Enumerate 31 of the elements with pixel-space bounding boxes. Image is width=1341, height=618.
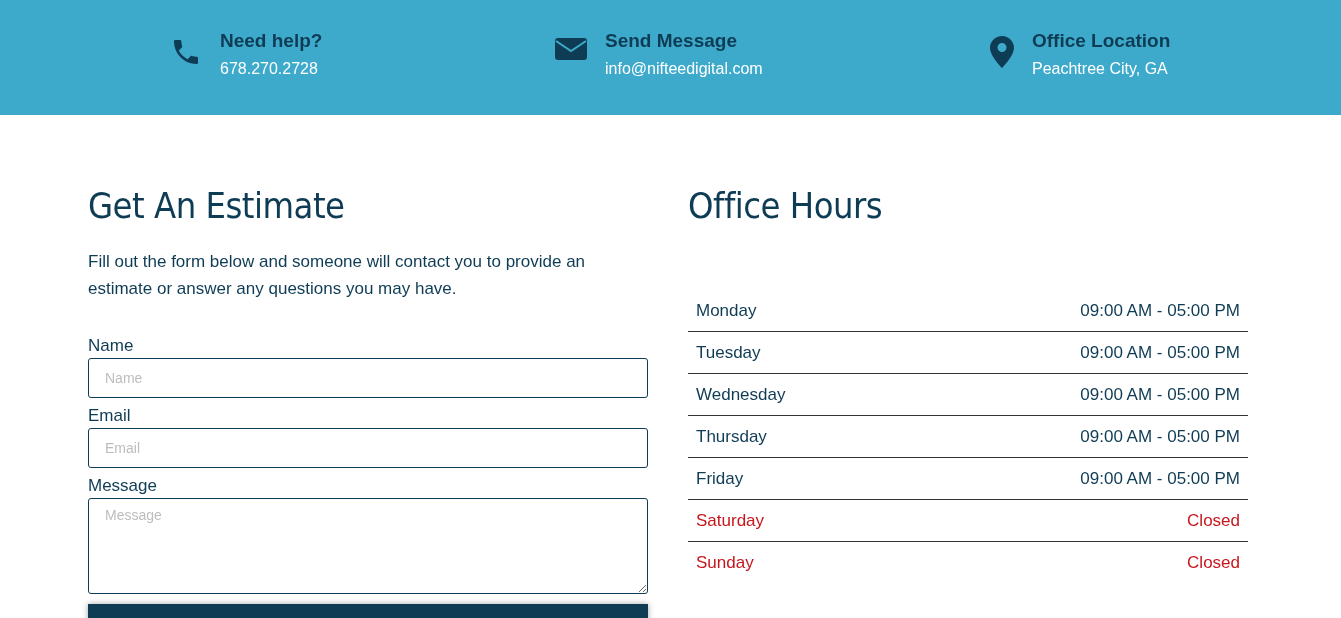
contact-title: Need help? [220, 30, 323, 52]
hours-cell: 09:00 AM - 05:00 PM [1080, 300, 1240, 321]
day-cell: Wednesday [696, 384, 786, 405]
day-cell: Friday [696, 468, 744, 489]
envelope-icon [555, 36, 587, 62]
section-heading: Get An Estimate [88, 185, 346, 226]
contact-detail: 678.270.2728 [220, 60, 319, 78]
hours-cell: Closed [1187, 510, 1240, 531]
day-cell: Thursday [696, 426, 767, 447]
intro-text: Fill out the form below and someone will contact you to provide an estimate or answer any questions you may have. [88, 251, 587, 300]
day-cell: Tuesday [696, 342, 761, 363]
contact-detail: Peachtree City, GA [1032, 60, 1169, 78]
input-field[interactable]: Email [88, 428, 648, 468]
hours-cell: 09:00 AM - 05:00 PM [1080, 342, 1240, 363]
contact-title: Office Location [1032, 30, 1171, 52]
hours-cell: 09:00 AM - 05:00 PM [1080, 468, 1240, 489]
input-field[interactable]: Name [88, 358, 648, 398]
hours-cell: Closed [1187, 552, 1240, 573]
contact-detail: info@nifteedigital.com [605, 60, 763, 78]
contact-title: Send Message [605, 30, 738, 52]
message-field[interactable]: Message [88, 498, 648, 594]
day-cell: Saturday [696, 510, 765, 531]
field-label: Email [88, 406, 132, 426]
field-label: Name [88, 336, 135, 356]
day-cell: Sunday [696, 552, 754, 573]
field-label: Message [88, 476, 158, 496]
hours-cell: 09:00 AM - 05:00 PM [1080, 384, 1240, 405]
hours-cell: 09:00 AM - 05:00 PM [1080, 426, 1240, 447]
day-cell: Monday [696, 300, 757, 321]
map-pin-icon [990, 36, 1014, 68]
section-heading: Office Hours [688, 185, 884, 226]
